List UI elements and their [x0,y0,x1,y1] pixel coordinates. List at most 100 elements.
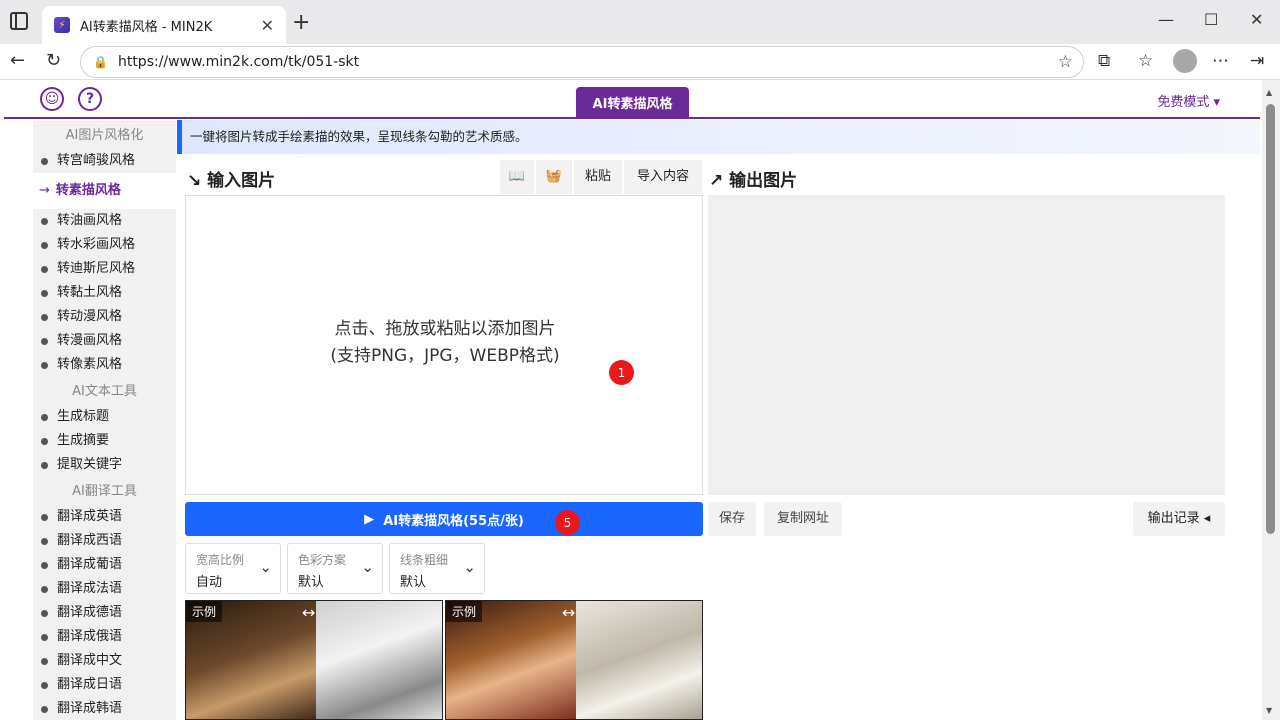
free-mode-dropdown[interactable]: 免费模式 ▾ [1157,91,1220,110]
sidebar-item-label: 翻译成日语 [57,677,123,692]
bullet-icon [41,337,48,345]
bullet-icon [41,537,48,545]
tab-title: AI转素描风格 - MIN2K [80,19,213,35]
line-thickness-select[interactable]: 线条粗细 默认 ⌄ [389,543,485,594]
sidebar-item[interactable]: 提取关键字 [33,453,176,477]
favorites-icon[interactable]: ☆ [1138,51,1153,71]
sidebar-item-label: 翻译成西语 [57,533,123,548]
example-tag: 示例 [446,601,483,622]
sidebar-item[interactable]: 翻译成中文 [33,649,176,673]
browser-tab[interactable]: ⚡ AI转素描风格 - MIN2K ✕ [42,6,286,44]
sidebar-item[interactable]: 翻译成葡语 [33,553,176,577]
new-tab-icon[interactable]: + [292,10,310,35]
extensions-icon[interactable]: ⧉ [1098,51,1110,71]
sidebar-item-label: 转漫画风格 [57,333,123,348]
bullet-icon [41,705,48,713]
run-ai-sketch-button[interactable]: ▶ AI转素描风格(55点/张) [185,502,703,536]
sidebar-item-label: 翻译成英语 [57,509,123,524]
sidebar-item[interactable]: 转迪斯尼风格 [33,257,176,281]
sidebar-group-title: AI文本工具 [72,384,137,399]
image-dropzone[interactable]: 点击、拖放或粘贴以添加图片 (支持PNG，JPG，WEBP格式) [185,195,703,495]
bullet-icon [41,657,48,665]
scroll-down-icon[interactable]: ▼ [1266,706,1272,715]
sidebar-item-label: 转黏土风格 [57,285,123,300]
user-account-icon[interactable]: ☺ [40,87,64,111]
profile-avatar[interactable] [1173,49,1197,73]
favicon-icon: ⚡ [54,17,70,33]
output-history-button[interactable]: 输出记录 ◂ [1133,502,1225,536]
aspect-ratio-select[interactable]: 宽高比例 自动 ⌄ [185,543,281,594]
chevron-down-icon: ⌄ [463,558,476,576]
bullet-icon [41,217,48,225]
book-icon[interactable]: 📖 [500,160,534,194]
minimize-icon[interactable]: — [1158,10,1174,29]
scroll-up-icon[interactable]: ▲ [1266,88,1272,97]
sidebar-item[interactable]: → 转素描风格 [33,173,176,209]
color-scheme-select[interactable]: 色彩方案 默认 ⌄ [287,543,383,594]
sidebar-toggle-icon[interactable]: ⇥ [1250,51,1264,71]
scroll-thumb[interactable] [1266,104,1275,534]
sidebar-item-label: 转素描风格 [55,183,121,198]
chevron-down-icon: ⌄ [259,558,272,576]
arrow-right-icon: → [39,183,50,198]
sidebar-item[interactable]: 翻译成韩语 [33,697,176,720]
copy-url-button[interactable]: 复制网址 [764,502,842,536]
sidebar-item-label: 转像素风格 [57,357,123,372]
example-card-1[interactable]: 示例 ↔ [185,600,443,720]
refresh-icon[interactable]: ↻ [46,50,61,71]
sidebar-item-label: 转动漫风格 [57,309,123,324]
sidebar-item[interactable]: 翻译成英语 [33,505,176,529]
url-field[interactable]: 🔒 https://www.min2k.com/tk/051-skt ☆ [80,46,1084,78]
sidebar-item[interactable]: 翻译成法语 [33,577,176,601]
close-window-icon[interactable]: ✕ [1250,10,1263,29]
more-menu-icon[interactable]: ⋯ [1212,51,1229,71]
sidebar-item[interactable]: 转油画风格 [33,209,176,233]
address-bar-row: ← ↻ 🔒 https://www.min2k.com/tk/051-skt ☆… [0,44,1280,80]
close-tab-icon[interactable]: ✕ [261,16,274,35]
bullet-icon [41,241,48,249]
sidebar-item[interactable]: 生成摘要 [33,429,176,453]
favorite-star-icon[interactable]: ☆ [1058,52,1073,72]
sidebar-item[interactable]: 转宫崎骏风格 [33,149,176,173]
sidebar-nav: AI图片风格化 转宫崎骏风格 → 转素描风格 转油画风格 转水彩画风格 转迪斯尼风格 转黏土风… [33,121,176,720]
bullet-icon [41,437,48,445]
example-card-2[interactable]: 示例 ↔ [445,600,703,720]
bullet-icon [41,633,48,641]
bullet-icon [41,265,48,273]
tab-ai-sketch[interactable]: AI转素描风格 [576,87,689,117]
sidebar-item-label: 翻译成中文 [57,653,123,668]
compare-slider-icon[interactable]: ↔ [562,603,575,622]
sidebar-item[interactable]: 转漫画风格 [33,329,176,353]
chevron-down-icon: ⌄ [361,558,374,576]
sidebar-item[interactable]: 转动漫风格 [33,305,176,329]
sidebar-item-label: 转水彩画风格 [57,237,136,252]
sidebar-item-label: 提取关键字 [57,457,123,472]
sidebar-item[interactable]: 生成标题 [33,405,176,429]
output-section-title: ↗ 输出图片 [709,171,798,191]
tab-actions-icon[interactable] [10,12,28,30]
paste-button[interactable]: 粘贴 [574,160,622,194]
back-icon[interactable]: ← [10,50,25,71]
maximize-icon[interactable]: ☐ [1204,10,1218,29]
url-text: https://www.min2k.com/tk/051-skt [117,54,360,70]
help-icon[interactable]: ? [78,87,102,111]
page-scrollbar[interactable]: ▲ ▼ [1262,80,1280,720]
save-button[interactable]: 保存 [708,502,756,536]
sidebar-item[interactable]: 转水彩画风格 [33,233,176,257]
lock-icon: 🔒 [93,55,108,69]
sidebar-item[interactable]: 翻译成俄语 [33,625,176,649]
bullet-icon [41,585,48,593]
bullet-icon [41,513,48,521]
sidebar-item-label: 转迪斯尼风格 [57,261,136,276]
sidebar-item-label: 生成标题 [57,409,110,424]
sidebar-item-label: 翻译成法语 [57,581,123,596]
basket-icon[interactable]: 🧺 [536,160,572,194]
sidebar-item[interactable]: 翻译成西语 [33,529,176,553]
import-content-button[interactable]: 导入内容 [624,160,702,194]
sidebar-item[interactable]: 翻译成日语 [33,673,176,697]
example-sketch [316,601,442,719]
compare-slider-icon[interactable]: ↔ [302,603,315,622]
sidebar-item[interactable]: 转像素风格 [33,353,176,377]
sidebar-item[interactable]: 转黏土风格 [33,281,176,305]
sidebar-item[interactable]: 翻译成德语 [33,601,176,625]
